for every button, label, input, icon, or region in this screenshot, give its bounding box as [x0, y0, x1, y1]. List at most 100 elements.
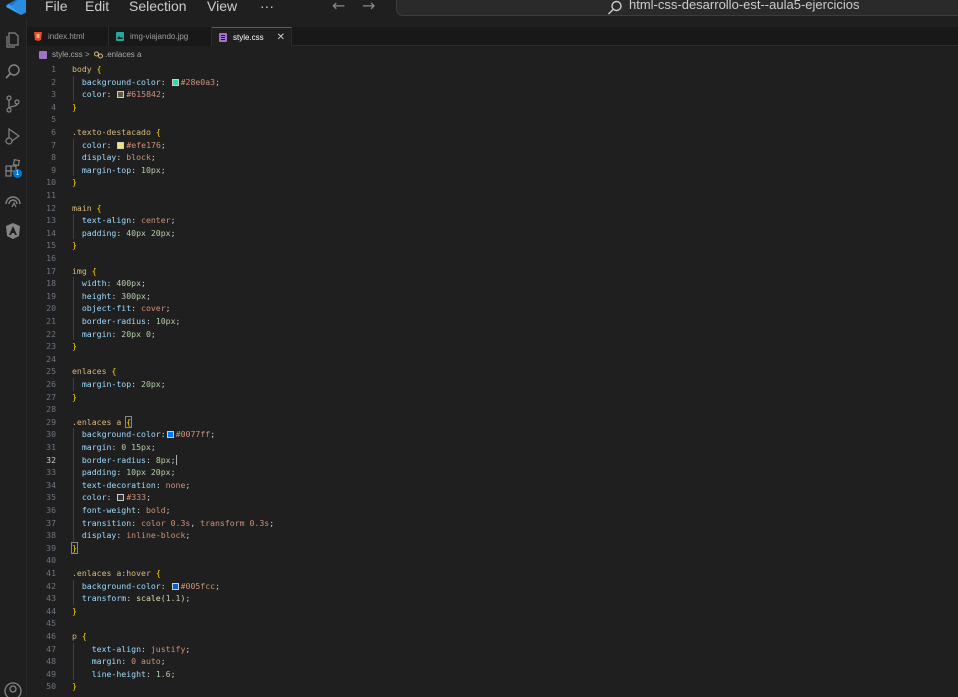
- code-line[interactable]: 45: [27, 617, 958, 630]
- remote-explorer-icon[interactable]: [3, 190, 23, 210]
- code-line[interactable]: 49 line-height: 1.6;: [27, 668, 958, 681]
- color-swatch[interactable]: [171, 78, 179, 86]
- color-swatch[interactable]: [171, 582, 179, 590]
- code-line[interactable]: 5: [27, 113, 958, 126]
- code-line[interactable]: 26 margin-top: 20px;: [27, 378, 958, 391]
- command-center-search[interactable]: html-css-desarrollo-est--aula5-ejercicio…: [396, 0, 958, 16]
- code-token: ;: [141, 278, 146, 289]
- code-line[interactable]: 14 padding: 40px 20px;: [27, 227, 958, 240]
- code-line[interactable]: 25 enlaces {: [27, 365, 958, 378]
- code-token: img: [72, 265, 87, 276]
- tab-style-css[interactable]: style.css ✕: [212, 27, 292, 46]
- menu-view[interactable]: View: [207, 0, 237, 16]
- run-debug-icon[interactable]: [3, 126, 23, 146]
- code-line[interactable]: 40: [27, 554, 958, 567]
- code-token: ;: [215, 76, 221, 87]
- code-line[interactable]: 34 text-decoration: none;: [27, 479, 958, 492]
- code-line[interactable]: 46 p {: [27, 630, 958, 643]
- breadcrumb-symbol[interactable]: .enlaces a: [105, 47, 141, 63]
- code-line[interactable]: 30 background-color: #0077ff;: [27, 428, 958, 441]
- code-token: ;: [146, 492, 152, 503]
- code-line[interactable]: 41 .enlaces a:hover {: [27, 567, 958, 580]
- code-token: :: [131, 517, 142, 528]
- code-text: background-color: #0077ff;: [72, 428, 215, 441]
- code-line[interactable]: 8 display: block;: [27, 151, 958, 164]
- code-line[interactable]: 6 .texto-destacado {: [27, 126, 958, 139]
- code-token: :: [160, 429, 166, 440]
- code-token: display: [81, 152, 117, 163]
- code-line[interactable]: 43 transform: scale(1.1);: [27, 592, 958, 605]
- code-line[interactable]: 13 text-align: center;: [27, 214, 958, 227]
- code-line[interactable]: 48 margin: 0 auto;: [27, 655, 958, 668]
- code-line[interactable]: 39}: [27, 541, 958, 555]
- code-line[interactable]: 19 height: 300px;: [27, 290, 958, 303]
- code-line[interactable]: 18 width: 400px;: [27, 277, 958, 290]
- code-text: }: [72, 391, 77, 404]
- code-line[interactable]: 23}: [27, 340, 958, 353]
- vscode-logo-icon[interactable]: [5, 0, 27, 16]
- code-line[interactable]: 10}: [27, 176, 958, 189]
- menu-file[interactable]: File: [45, 0, 68, 16]
- code-line[interactable]: 38 display: inline-block;: [27, 529, 958, 542]
- close-icon[interactable]: ✕: [277, 28, 285, 47]
- code-line[interactable]: 20 object-fit: cover;: [27, 302, 958, 315]
- code-line[interactable]: 12 main {: [27, 202, 958, 215]
- code-token: color: [81, 139, 107, 150]
- code-line[interactable]: 33 padding: 10px 20px;: [27, 466, 958, 479]
- account-icon[interactable]: [3, 681, 23, 697]
- code-line[interactable]: 44}: [27, 605, 958, 618]
- menu-edit[interactable]: Edit: [85, 0, 109, 16]
- code-text: margin-top: 20px;: [72, 378, 166, 391]
- search-icon[interactable]: [3, 62, 23, 82]
- line-number: 36: [46, 505, 56, 515]
- menu-selection[interactable]: Selection: [129, 0, 187, 16]
- code-line[interactable]: 17 img {: [27, 265, 958, 278]
- code-line[interactable]: 29 .enlaces a {: [27, 415, 958, 429]
- code-token: ;: [160, 379, 166, 389]
- code-line[interactable]: 16: [27, 252, 958, 265]
- angular-icon[interactable]: [3, 221, 23, 241]
- code-line[interactable]: 47 text-align: justify;: [27, 643, 958, 656]
- code-editor[interactable]: 1 body {2 background-color: #28e0a3; 3 col…: [27, 63, 958, 697]
- code-line[interactable]: 36 font-weight: bold;: [27, 504, 958, 517]
- breadcrumb-file[interactable]: style.css: [52, 47, 83, 63]
- code-line[interactable]: 21 border-radius: 10px;: [27, 315, 958, 328]
- code-line[interactable]: 37 transition: color 0.3s, transform 0.3…: [27, 517, 958, 530]
- code-line[interactable]: 22 margin: 20px 0;: [27, 328, 958, 341]
- code-line[interactable]: 15}: [27, 239, 958, 252]
- code-line[interactable]: 32 border-radius: 8px;: [27, 454, 958, 467]
- code-line[interactable]: 31 margin: 0 15px;: [27, 441, 958, 454]
- code-line[interactable]: 50}: [27, 680, 958, 693]
- code-line[interactable]: 35 color: #333;: [27, 491, 958, 504]
- back-arrow-icon[interactable]: ←: [332, 0, 345, 16]
- color-swatch[interactable]: [117, 91, 125, 99]
- code-line[interactable]: 28: [27, 403, 958, 416]
- code-token: color: [81, 89, 107, 100]
- code-line[interactable]: 4}: [27, 101, 958, 114]
- code-line[interactable]: 3 color: #615842;: [27, 88, 958, 101]
- explorer-icon[interactable]: [3, 30, 23, 50]
- color-swatch[interactable]: [166, 431, 174, 439]
- code-token: :: [131, 215, 142, 226]
- code-line[interactable]: 24: [27, 353, 958, 366]
- code-line[interactable]: 11: [27, 189, 958, 202]
- workspace-name: html-css-desarrollo-est--aula5-ejercicio…: [629, 0, 860, 12]
- source-control-icon[interactable]: [3, 94, 23, 114]
- code-line[interactable]: 42 background-color: #005fcc;: [27, 580, 958, 593]
- color-swatch[interactable]: [117, 494, 125, 502]
- code-line[interactable]: 7 color: #efe176;: [27, 139, 958, 152]
- code-line[interactable]: 27}: [27, 391, 958, 404]
- forward-arrow-icon[interactable]: →: [362, 0, 375, 16]
- line-number: 3: [51, 89, 56, 100]
- code-line[interactable]: 2 background-color: #28e0a3;: [27, 76, 958, 89]
- menu-more[interactable]: ···: [260, 0, 274, 16]
- code-line[interactable]: 9 margin-top: 10px;: [27, 164, 958, 177]
- code-line[interactable]: 1 body {: [27, 63, 958, 76]
- tab-index-html[interactable]: index.html: [27, 27, 109, 46]
- line-number: 35: [46, 492, 56, 503]
- tab-img-viajando[interactable]: img-viajando.jpg: [109, 27, 212, 46]
- code-token: :: [141, 643, 151, 654]
- color-swatch[interactable]: [117, 141, 125, 149]
